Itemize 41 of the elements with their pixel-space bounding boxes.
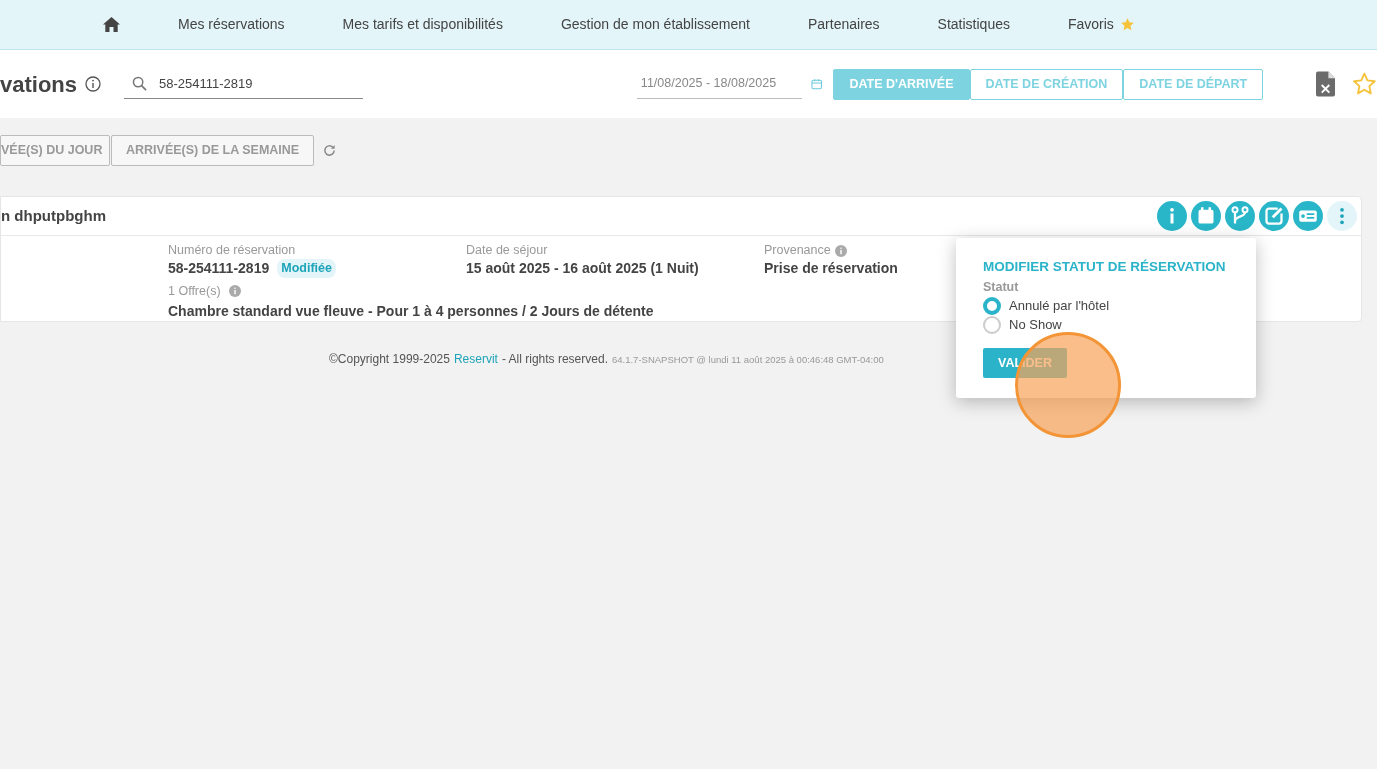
radio-label: No Show	[1009, 316, 1062, 335]
field-label: Numéro de réservation	[168, 243, 297, 258]
payment-icon[interactable]	[1293, 201, 1323, 231]
page-title: vations	[0, 70, 78, 99]
nav-link[interactable]: Favoris	[1067, 14, 1114, 35]
offer-name: Chambre standard vue fleuve - Pour 1 à 4 personnes / 2 Jours de détente	[168, 301, 654, 321]
source-value: Prise de réservation	[764, 259, 898, 278]
radio-button[interactable]	[983, 297, 1001, 316]
search-icon	[132, 76, 148, 91]
nav-link[interactable]: Mes tarifs et disponibilités	[342, 14, 503, 35]
nav-link[interactable]: Mes réservations	[178, 14, 285, 35]
star-icon[interactable]	[1352, 71, 1377, 97]
branch-icon[interactable]	[1225, 201, 1255, 231]
search-field[interactable]: 58-254111-2819	[124, 69, 363, 99]
nav-link[interactable]: Statistiques	[937, 14, 1010, 35]
field-label: Provenance	[764, 243, 831, 258]
copyright-text: - All rights reserved.	[501, 351, 608, 368]
popup-title: MODIFIER STATUT DE RÉSERVATION	[983, 258, 1227, 276]
status-badge: Modifiée	[277, 259, 336, 278]
copyright-text: ©Copyright 1999-2025	[329, 351, 450, 368]
reservation-number: 58-254111-2819	[168, 259, 270, 278]
excel-file-icon[interactable]	[1316, 71, 1336, 97]
version-text: 64.1.7-SNAPSHOT @ lundi 11 août 2025 à 00:46:48 GMT-04:00	[612, 353, 884, 367]
calendar-icon[interactable]	[811, 78, 823, 90]
refresh-icon[interactable]	[323, 144, 337, 157]
calendar-icon[interactable]	[1191, 201, 1221, 231]
field-label: 1 Offre(s)	[168, 283, 221, 300]
star-icon	[1119, 17, 1135, 32]
field-label: Date de séjour	[466, 243, 549, 258]
info-icon[interactable]	[85, 76, 102, 92]
more-icon[interactable]	[1327, 201, 1357, 231]
nav-link[interactable]: Gestion de mon établissement	[560, 14, 750, 35]
nav-link[interactable]: Partenaires	[808, 14, 880, 35]
date-range-field[interactable]: 11/08/2025 - 18/08/2025	[636, 69, 802, 99]
guest-name: n dhputpbghm	[1, 205, 106, 226]
radio-button[interactable]	[983, 316, 1001, 335]
stay-dates: 15 août 2025 - 16 août 2025 (1 Nuit)	[466, 259, 700, 278]
field-label: Statut	[983, 280, 1020, 296]
edit-icon[interactable]	[1259, 201, 1289, 231]
home-icon[interactable]	[103, 17, 120, 32]
radio-label: Annulé par l'hôtel	[1009, 297, 1110, 316]
